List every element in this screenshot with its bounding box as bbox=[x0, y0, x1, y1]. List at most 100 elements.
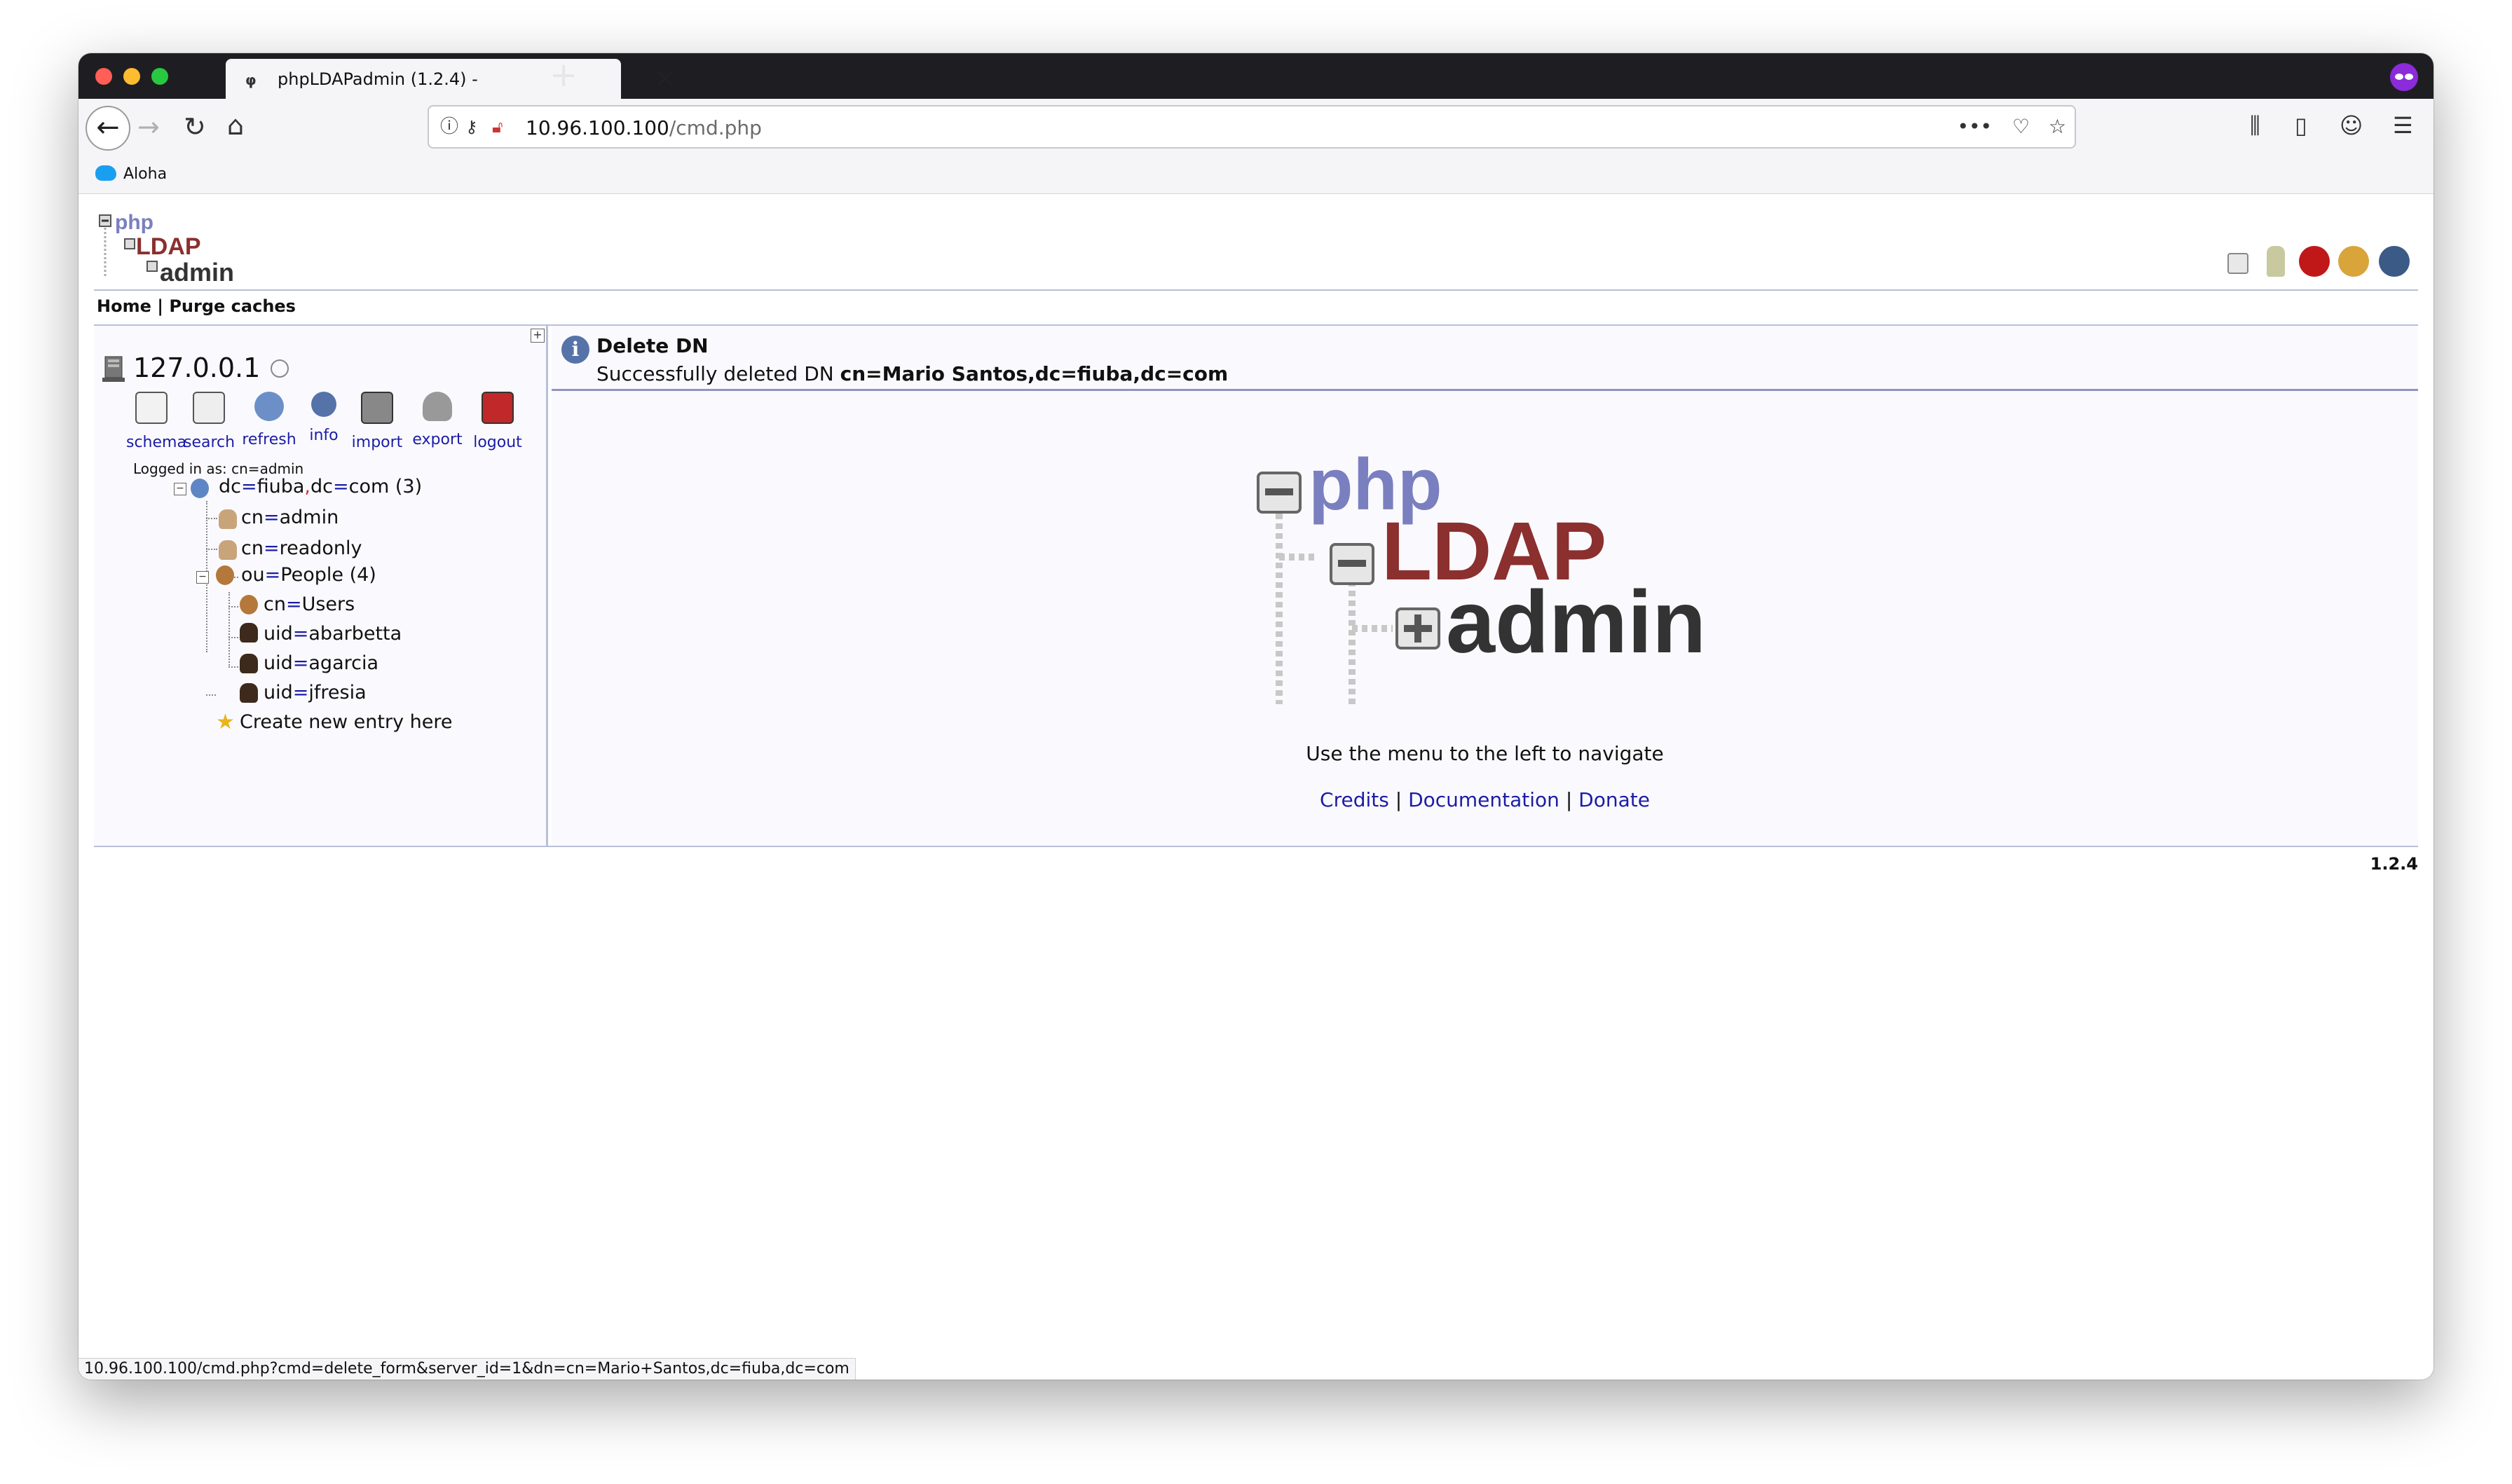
svg-text:LDAP: LDAP bbox=[136, 233, 201, 260]
bookmark-star-icon[interactable]: ☆ bbox=[2049, 115, 2066, 139]
deleted-dn: cn=Mario Santos,dc=fiuba,dc=com bbox=[840, 362, 1229, 385]
create-new-entry-link[interactable]: Create new entry here bbox=[240, 711, 453, 733]
group-icon bbox=[240, 595, 258, 614]
tree-line bbox=[228, 637, 238, 638]
cloud-icon bbox=[95, 165, 116, 181]
tree-node-people[interactable]: ou=People (4) bbox=[241, 564, 376, 586]
bug-icon[interactable] bbox=[2299, 246, 2330, 277]
phpldapadmin-logo[interactable]: php LDAP admin bbox=[98, 208, 245, 285]
divider bbox=[552, 389, 2418, 391]
info-icon bbox=[311, 392, 336, 417]
documentation-link[interactable]: Documentation bbox=[1408, 788, 1559, 811]
person-icon bbox=[219, 540, 237, 560]
export-icon bbox=[423, 392, 452, 421]
tree-root-node[interactable]: dc=fiuba,dc=com (3) bbox=[219, 476, 422, 497]
smiley-icon[interactable] bbox=[2338, 246, 2369, 277]
tab-close-icon[interactable]: × bbox=[655, 64, 676, 92]
tab-bar: φ phpLDAPadmin (1.2.4) - × + bbox=[78, 53, 2434, 99]
schema-icon bbox=[135, 392, 168, 424]
tree-line bbox=[206, 694, 216, 696]
message-title: Delete DN bbox=[596, 334, 709, 357]
credits-link[interactable]: Credits bbox=[1320, 788, 1389, 811]
collapse-people-icon[interactable]: − bbox=[196, 571, 209, 584]
main-panel: i Delete DN Successfully deleted DN cn=M… bbox=[552, 326, 2418, 846]
home-button[interactable]: ⌂ bbox=[227, 111, 244, 139]
message-text: Successfully deleted DN cn=Mario Santos,… bbox=[596, 362, 1229, 385]
user-icon bbox=[240, 683, 258, 703]
private-browsing-icon bbox=[2390, 63, 2418, 91]
refresh-button[interactable]: refresh bbox=[241, 392, 297, 448]
reload-button[interactable]: ↻ bbox=[184, 113, 206, 141]
nav-bar: ← → ↻ ⌂ ⓘ ⚷ 🔓︎ 10.96.100.100/cmd.php •••… bbox=[78, 99, 2434, 157]
forward-button[interactable]: → bbox=[137, 113, 160, 141]
tree-node-admin[interactable]: cn=admin bbox=[241, 507, 339, 528]
tree-line bbox=[206, 518, 217, 519]
bookmark-aloha[interactable]: Aloha bbox=[123, 165, 167, 183]
home-link[interactable]: Home bbox=[97, 296, 151, 316]
url-bar[interactable]: ⓘ ⚷ 🔓︎ 10.96.100.100/cmd.php ••• ♡ ☆ bbox=[428, 105, 2076, 149]
menu-icon[interactable]: ☰ bbox=[2393, 111, 2413, 139]
navigate-hint: Use the menu to the left to navigate bbox=[1306, 742, 1664, 765]
tree-node-users[interactable]: cn=Users bbox=[264, 593, 355, 615]
server-icon bbox=[102, 356, 125, 382]
refresh-icon bbox=[254, 392, 284, 421]
account-icon[interactable]: ☺ bbox=[2340, 111, 2363, 139]
search-button[interactable]: search bbox=[184, 392, 235, 451]
donate-link[interactable]: Donate bbox=[1578, 788, 1650, 811]
page-actions-icon[interactable]: ••• bbox=[1957, 115, 1992, 139]
purge-caches-link[interactable]: Purge caches bbox=[169, 296, 296, 316]
export-button[interactable]: export bbox=[409, 392, 465, 448]
info-button[interactable]: info bbox=[304, 392, 343, 444]
svg-text:php: php bbox=[115, 211, 153, 234]
tab-title: phpLDAPadmin (1.2.4) - bbox=[278, 69, 478, 89]
minimize-window-button[interactable] bbox=[123, 68, 140, 85]
favicon-icon: φ bbox=[245, 71, 257, 88]
collapse-root-icon[interactable]: − bbox=[174, 483, 186, 495]
sidebar-icon[interactable]: ▯ bbox=[2295, 111, 2307, 139]
ldap-tree-panel: + 127.0.0.1 schema search refresh info i… bbox=[94, 326, 548, 846]
phpldapadmin-large-logo: php LDAP admin bbox=[1257, 445, 1706, 704]
zoom-window-button[interactable] bbox=[151, 68, 168, 85]
divider bbox=[94, 289, 2418, 291]
url-text[interactable]: 10.96.100.100/cmd.php bbox=[526, 116, 762, 139]
page-content: php LDAP admin Home | Purge caches + 127… bbox=[78, 194, 2434, 1380]
question-icon[interactable] bbox=[2379, 246, 2410, 277]
new-tab-button[interactable]: + bbox=[550, 57, 578, 93]
help-icon[interactable] bbox=[2227, 253, 2248, 274]
site-info-icon[interactable]: ⓘ bbox=[440, 115, 458, 139]
group-icon bbox=[216, 565, 234, 585]
tree-node-jfresia[interactable]: uid=jfresia bbox=[264, 682, 367, 703]
expand-panel-icon[interactable]: + bbox=[531, 329, 545, 343]
browser-window: φ phpLDAPadmin (1.2.4) - × + ← → ↻ ⌂ ⓘ ⚷… bbox=[78, 53, 2434, 1380]
import-button[interactable]: import bbox=[350, 392, 404, 451]
user-icon bbox=[240, 623, 258, 643]
insecure-lock-icon: 🔓︎ bbox=[492, 117, 503, 137]
tree-line bbox=[228, 592, 230, 668]
info-icon: i bbox=[561, 336, 589, 364]
search-icon bbox=[193, 392, 225, 424]
back-button[interactable]: ← bbox=[86, 106, 130, 151]
library-icon[interactable]: ⫼ bbox=[2250, 111, 2260, 139]
status-bar-url: 10.96.100.100/cmd.php?cmd=delete_form&se… bbox=[78, 1358, 856, 1380]
lightbulb-icon[interactable] bbox=[2267, 246, 2285, 277]
server-name[interactable]: 127.0.0.1 bbox=[133, 352, 260, 383]
pocket-icon[interactable]: ♡ bbox=[2012, 115, 2030, 139]
user-icon bbox=[240, 654, 258, 673]
tree-node-readonly[interactable]: cn=readonly bbox=[241, 537, 362, 559]
key-icon: ⚷ bbox=[465, 117, 478, 137]
bookmarks-bar: Aloha bbox=[78, 157, 2434, 194]
import-icon bbox=[361, 392, 393, 424]
svg-text:admin: admin bbox=[160, 258, 234, 285]
globe-icon bbox=[191, 479, 209, 498]
footer-links: Credits | Documentation | Donate bbox=[1320, 788, 1650, 811]
tree-node-agarcia[interactable]: uid=agarcia bbox=[264, 652, 378, 674]
logout-button[interactable]: logout bbox=[470, 392, 526, 451]
version-label: 1.2.4 bbox=[2370, 854, 2418, 874]
tree-node-abarbetta[interactable]: uid=abarbetta bbox=[264, 623, 402, 645]
logged-in-as: Logged in as: cn=admin bbox=[133, 460, 304, 477]
close-window-button[interactable] bbox=[95, 68, 112, 85]
schema-button[interactable]: schema bbox=[126, 392, 186, 451]
divider bbox=[94, 846, 2418, 847]
tree-line bbox=[228, 666, 238, 668]
star-icon: ★ bbox=[216, 710, 235, 734]
